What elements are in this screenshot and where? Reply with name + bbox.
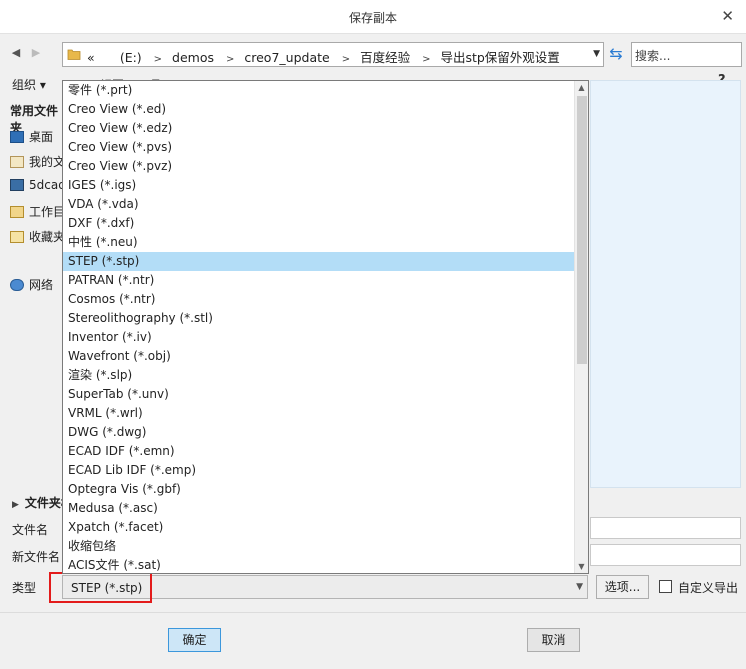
working-dir-icon — [10, 206, 24, 218]
title-bar: 保存副本 ✕ — [0, 0, 746, 34]
back-arrow-icon[interactable]: ◀ — [8, 44, 24, 62]
dropdown-option[interactable]: DXF (*.dxf) — [63, 214, 575, 233]
desktop-icon — [10, 131, 24, 143]
chevron-down-icon[interactable]: ▼ — [576, 582, 583, 592]
folder-icon — [67, 49, 81, 60]
sidebar-item-label: 5dcad — [29, 178, 66, 192]
dropdown-option[interactable]: VRML (*.wrl) — [63, 404, 575, 423]
scroll-down-icon[interactable]: ▼ — [575, 562, 588, 571]
dropdown-option[interactable]: Creo View (*.pvz) — [63, 157, 575, 176]
address-bar[interactable]: « (E:) > demos > creo7_update > 百度经验 > 导… — [62, 42, 604, 67]
breadcrumb-creo7[interactable]: creo7_update — [244, 50, 329, 65]
sidebar-item-favorites[interactable]: 收藏夹 — [10, 228, 65, 245]
dropdown-option[interactable]: 收缩包络 — [63, 537, 575, 556]
forward-arrow-icon[interactable]: ▶ — [28, 44, 44, 62]
chevron-right-icon[interactable]: > — [422, 54, 430, 65]
dropdown-option[interactable]: Wavefront (*.obj) — [63, 347, 575, 366]
sidebar-item-label: 桌面 — [29, 130, 54, 144]
chevron-down-icon[interactable]: ▼ — [593, 49, 600, 59]
computer-icon — [10, 179, 24, 191]
breadcrumb-overflow[interactable]: « — [87, 50, 95, 65]
dropdown-option[interactable]: Creo View (*.edz) — [63, 119, 575, 138]
chevron-right-icon[interactable]: > — [154, 54, 162, 65]
breadcrumb-baidu[interactable]: 百度经验 — [360, 50, 410, 65]
search-input[interactable]: 搜索... — [631, 42, 742, 67]
scrollbar-thumb[interactable] — [577, 96, 587, 364]
file-list-pane[interactable] — [590, 80, 741, 488]
dropdown-option[interactable]: Cosmos (*.ntr) — [63, 290, 575, 309]
filename-field[interactable] — [590, 517, 741, 539]
new-filename-label: 新文件名 — [12, 550, 61, 564]
network-icon — [10, 279, 24, 291]
sidebar-item-label: 网络 — [29, 278, 54, 292]
sidebar-item-desktop[interactable]: 桌面 — [10, 128, 53, 145]
dropdown-option[interactable]: Creo View (*.pvs) — [63, 138, 575, 157]
breadcrumb-current[interactable]: 导出stp保留外观设置 — [440, 50, 559, 65]
options-button[interactable]: 选项... — [596, 575, 649, 599]
dropdown-option[interactable]: 渲染 (*.slp) — [63, 366, 575, 385]
scrollbar[interactable]: ▲ ▼ — [574, 81, 588, 573]
sidebar-item-network[interactable]: 网络 — [10, 276, 53, 293]
annotation-highlight-box — [49, 572, 152, 603]
custom-export-label: 自定义导出 — [678, 581, 739, 595]
dropdown-option[interactable]: Stereolithography (*.stl) — [63, 309, 575, 328]
dropdown-option[interactable]: Creo View (*.ed) — [63, 100, 575, 119]
dropdown-option[interactable]: STEP (*.stp) — [63, 252, 575, 271]
dropdown-option[interactable]: PATRAN (*.ntr) — [63, 271, 575, 290]
refresh-icon[interactable]: ⇆ — [605, 44, 627, 64]
ok-button[interactable]: 确定 — [168, 628, 221, 652]
favorites-icon — [10, 231, 24, 243]
sidebar: 常用文件夹 桌面 我的文档 5dcad 工作目录 收藏夹 网络 — [5, 98, 77, 488]
dropdown-option[interactable]: 中性 (*.neu) — [63, 233, 575, 252]
sidebar-item-label: 收藏夹 — [29, 230, 66, 244]
chevron-right-icon: ▶ — [12, 500, 19, 510]
custom-export-checkbox[interactable] — [659, 580, 672, 593]
close-icon[interactable]: ✕ — [721, 7, 734, 25]
dropdown-option[interactable]: DWG (*.dwg) — [63, 423, 575, 442]
breadcrumb-demos[interactable]: demos — [172, 50, 214, 65]
filename-label: 文件名 — [12, 523, 49, 537]
documents-icon — [10, 156, 24, 168]
chevron-right-icon[interactable]: > — [342, 54, 350, 65]
dropdown-option[interactable]: VDA (*.vda) — [63, 195, 575, 214]
breadcrumb-drive[interactable]: (E:) — [120, 50, 142, 65]
dropdown-option[interactable]: Medusa (*.asc) — [63, 499, 575, 518]
dropdown-option[interactable]: ECAD IDF (*.emn) — [63, 442, 575, 461]
breadcrumb: « (E:) > demos > creo7_update > 百度经验 > 导… — [87, 47, 562, 66]
divider — [0, 612, 746, 613]
scroll-up-icon[interactable]: ▲ — [575, 83, 588, 92]
dropdown-option[interactable]: Xpatch (*.facet) — [63, 518, 575, 537]
new-filename-field[interactable] — [590, 544, 741, 566]
dropdown-option[interactable]: IGES (*.igs) — [63, 176, 575, 195]
dropdown-option[interactable]: 零件 (*.prt) — [63, 81, 575, 100]
dropdown-option[interactable]: SuperTab (*.unv) — [63, 385, 575, 404]
cancel-button[interactable]: 取消 — [527, 628, 580, 652]
sidebar-item-5dcad[interactable]: 5dcad — [10, 178, 66, 192]
dialog-title: 保存副本 — [348, 11, 397, 25]
dropdown-option[interactable]: ECAD Lib IDF (*.emp) — [63, 461, 575, 480]
dropdown-option[interactable]: ACIS文件 (*.sat) — [63, 556, 575, 573]
chevron-right-icon[interactable]: > — [226, 54, 234, 65]
type-label: 类型 — [12, 581, 37, 595]
organize-menu[interactable]: 组织 ▾ — [12, 76, 46, 93]
dropdown-option[interactable]: Inventor (*.iv) — [63, 328, 575, 347]
file-type-dropdown-list[interactable]: 零件 (*.prt) Creo View (*.ed) Creo View (*.e… — [62, 80, 589, 574]
dropdown-option[interactable]: Optegra Vis (*.gbf) — [63, 480, 575, 499]
